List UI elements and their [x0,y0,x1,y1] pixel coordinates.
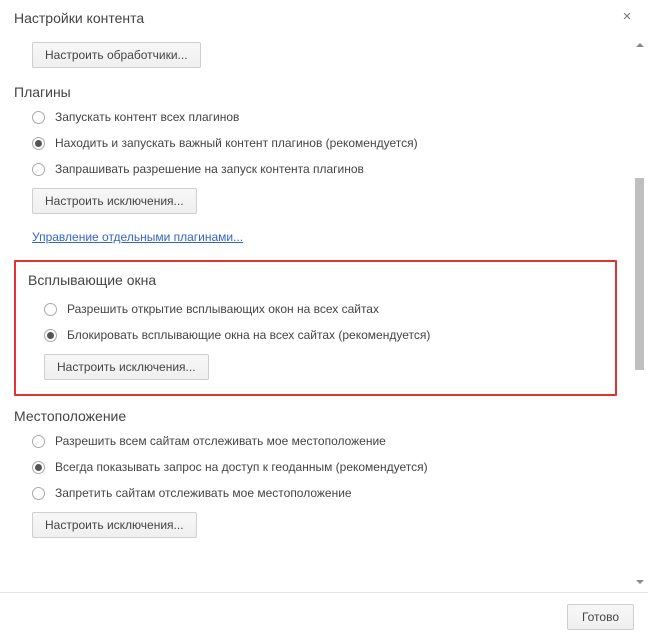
plugins-radio-run-all[interactable]: Запускать контент всех плагинов [32,110,617,124]
location-radio-block[interactable]: Запретить сайтам отслеживать мое местопо… [32,486,617,500]
radio-label: Запрашивать разрешение на запуск контент… [55,162,364,176]
scroll-up-button[interactable] [631,36,648,53]
handlers-row: Настроить обработчики... [32,42,617,68]
popups-radio-block[interactable]: Блокировать всплывающие окна на всех сай… [44,328,603,342]
manage-plugins-link[interactable]: Управление отдельными плагинами... [32,230,243,244]
content-wrap: Настроить обработчики... Плагины Запуска… [0,36,648,590]
location-exceptions-row: Настроить исключения... [32,512,617,538]
chevron-up-icon [636,43,644,47]
location-exceptions-button[interactable]: Настроить исключения... [32,512,197,538]
plugins-exceptions-button[interactable]: Настроить исключения... [32,188,197,214]
radio-icon [32,461,45,474]
scroll-down-button[interactable] [631,573,648,590]
radio-label: Запретить сайтам отслеживать мое местопо… [55,486,352,500]
radio-icon [44,329,57,342]
popups-exceptions-button[interactable]: Настроить исключения... [44,354,209,380]
popups-exceptions-row: Настроить исключения... [44,354,603,380]
dialog-footer: Готово [0,592,648,640]
close-icon[interactable]: × [620,10,634,24]
radio-label: Разрешить открытие всплывающих окон на в… [67,302,379,316]
radio-label: Разрешить всем сайтам отслеживать мое ме… [55,434,386,448]
radio-icon [32,487,45,500]
plugins-radio-detect[interactable]: Находить и запускать важный контент плаг… [32,136,617,150]
content-area: Настроить обработчики... Плагины Запуска… [0,36,631,590]
chevron-down-icon [636,580,644,584]
scrollbar[interactable] [631,36,648,590]
content-settings-dialog: Настройки контента × Настроить обработчи… [0,0,648,640]
radio-icon [44,303,57,316]
popups-section-title: Всплывающие окна [28,272,603,288]
radio-label: Всегда показывать запрос на доступ к гео… [55,460,428,474]
popups-radio-allow[interactable]: Разрешить открытие всплывающих окон на в… [44,302,603,316]
plugins-section-title: Плагины [14,84,617,100]
radio-icon [32,137,45,150]
radio-label: Находить и запускать важный контент плаг… [55,136,418,150]
radio-label: Запускать контент всех плагинов [55,110,239,124]
location-radio-ask[interactable]: Всегда показывать запрос на доступ к гео… [32,460,617,474]
done-button[interactable]: Готово [567,604,634,630]
location-radio-allow[interactable]: Разрешить всем сайтам отслеживать мое ме… [32,434,617,448]
radio-label: Блокировать всплывающие окна на всех сай… [67,328,430,342]
plugins-exceptions-row: Настроить исключения... [32,188,617,214]
configure-handlers-button[interactable]: Настроить обработчики... [32,42,201,68]
radio-icon [32,435,45,448]
plugins-radio-ask[interactable]: Запрашивать разрешение на запуск контент… [32,162,617,176]
radio-icon [32,163,45,176]
scrollbar-thumb[interactable] [635,178,644,370]
location-section-title: Местоположение [14,408,617,424]
dialog-title: Настройки контента [14,10,144,26]
popups-section-highlight: Всплывающие окна Разрешить открытие вспл… [14,260,617,396]
radio-icon [32,111,45,124]
dialog-header: Настройки контента × [0,0,648,36]
